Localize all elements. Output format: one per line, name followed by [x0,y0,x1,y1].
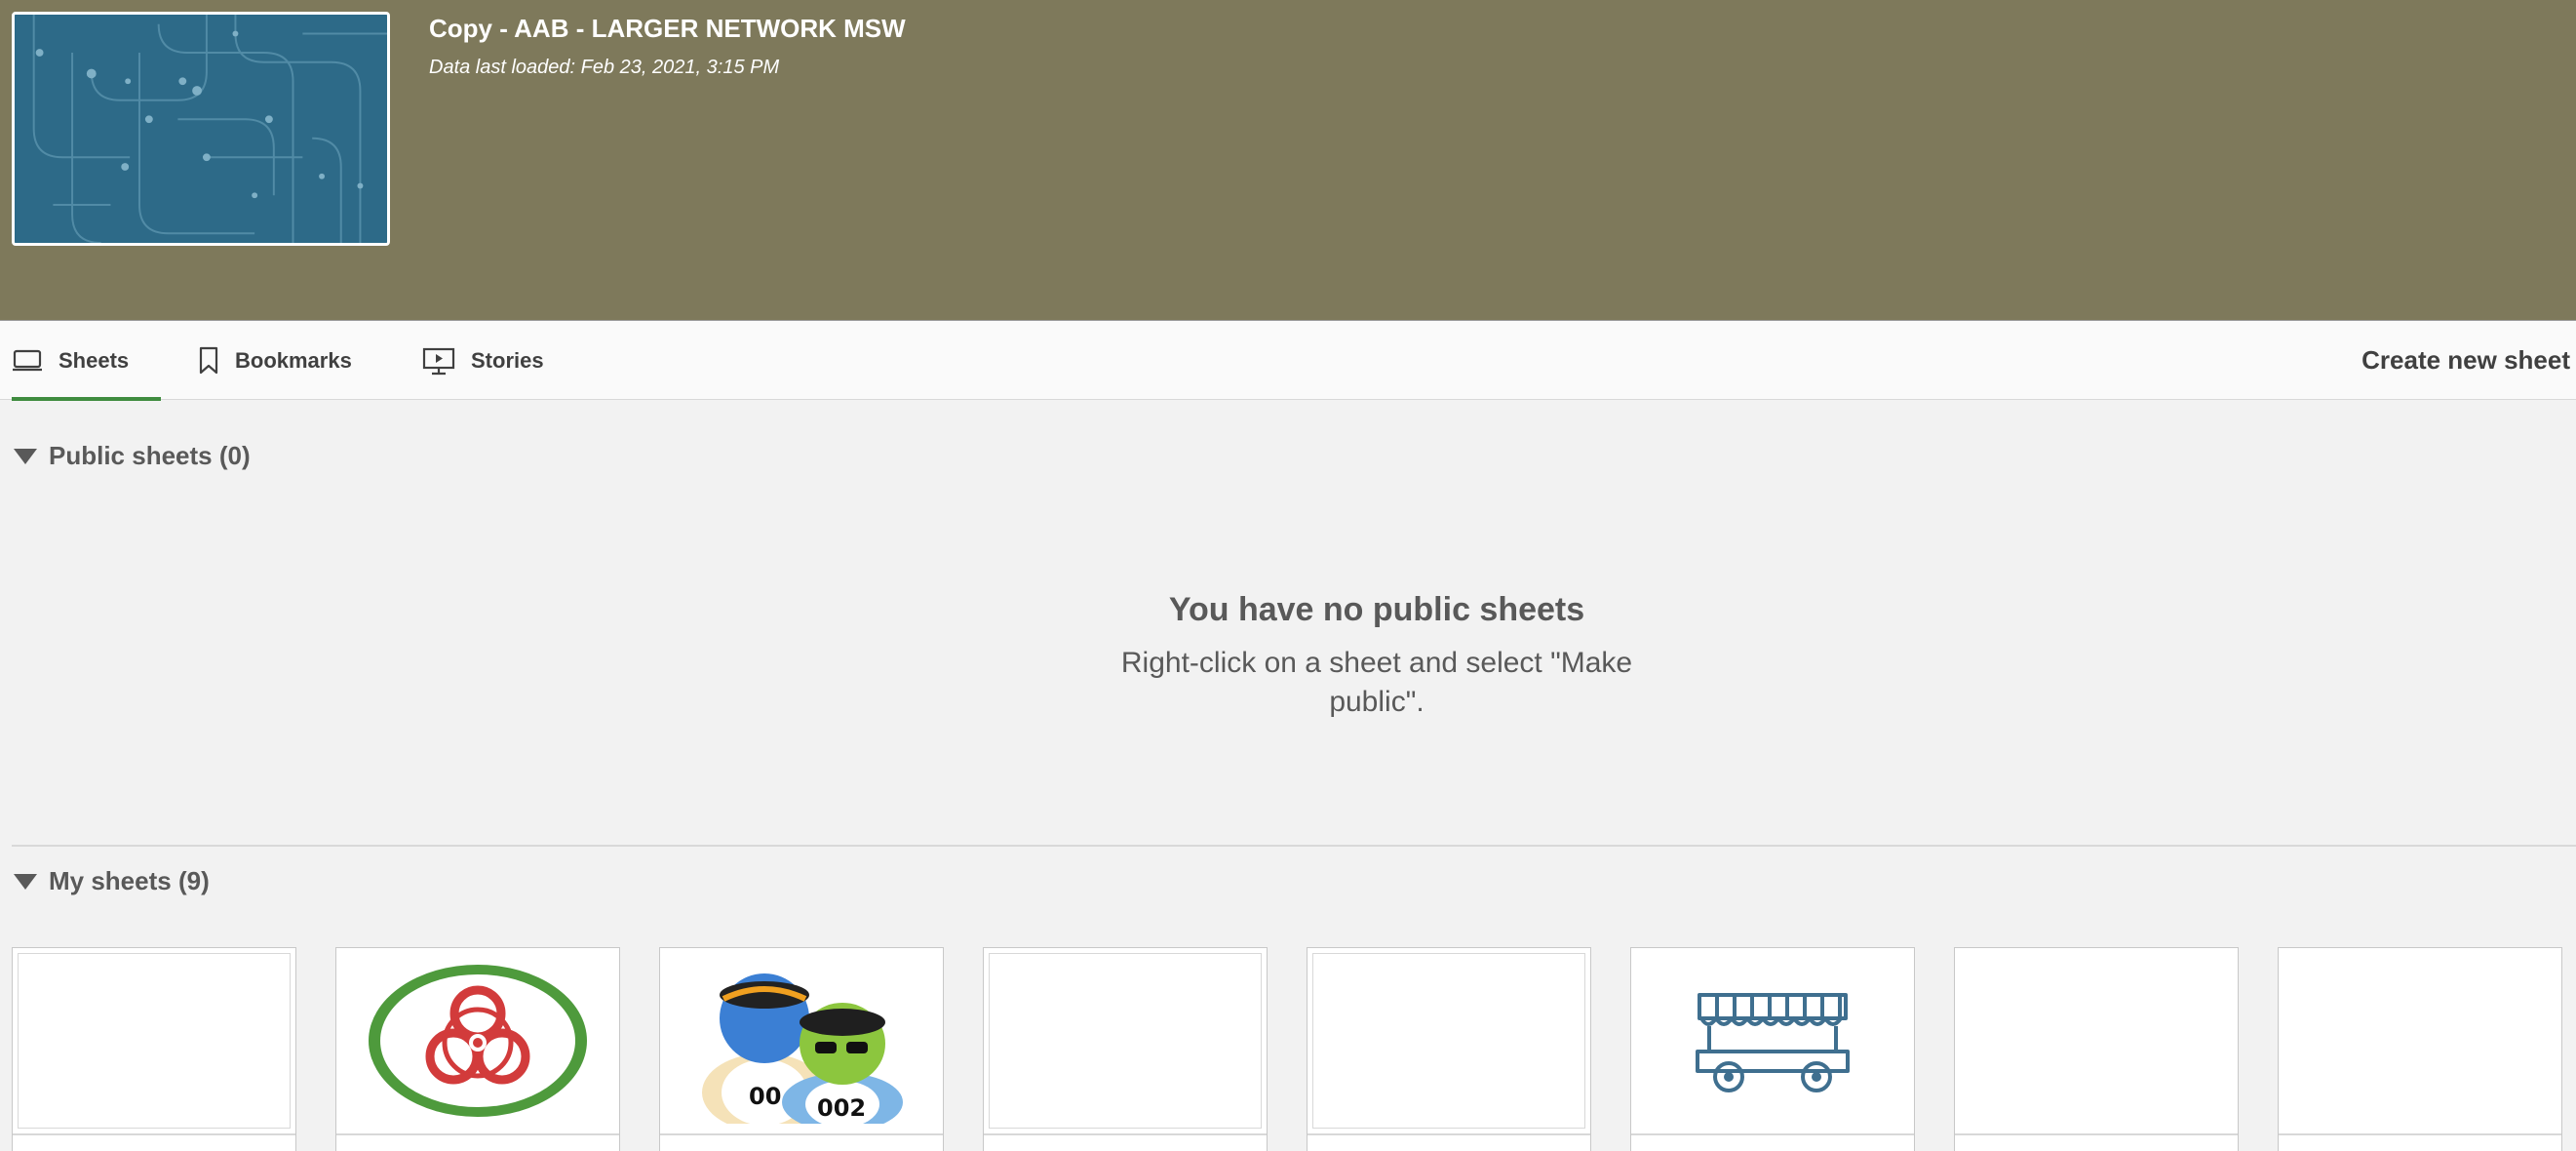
sheet-icon [13,349,42,371]
users-icon-badge-right: 002 [817,1094,866,1122]
my-sheets-toggle[interactable]: My sheets (9) [14,866,210,896]
card-separator [13,1133,295,1135]
card-separator [1955,1133,2238,1135]
sheet-thumbnail-blank [18,953,291,1129]
card-separator [660,1133,943,1135]
tab-label: Stories [471,347,544,373]
sheet-card[interactable] [2278,947,2562,1151]
tab-label: Sheets [59,347,130,373]
card-separator [2279,1133,2561,1135]
section-divider [12,845,2576,847]
bookmark-icon [199,346,218,374]
story-icon [422,347,455,375]
tab-sheets[interactable]: Sheets [12,321,161,401]
sheet-card[interactable] [983,947,1268,1151]
sheet-thumbnail-blank [1312,953,1585,1129]
create-new-sheet-button[interactable]: Create new sheet [2361,321,2570,400]
app-title: Copy - AAB - LARGER NETWORK MSW [429,14,906,43]
sheet-thumbnail: 00 002 [665,953,938,1129]
sheet-card[interactable] [12,947,296,1151]
biohazard-icon [369,965,587,1117]
sheet-card[interactable] [1954,947,2239,1151]
sheet-thumbnail-blank [989,953,1262,1129]
sheet-card[interactable] [335,947,620,1151]
card-separator [1631,1133,1914,1135]
card-separator [336,1133,619,1135]
app-thumbnail [12,12,390,246]
tab-label: Bookmarks [235,347,352,373]
sheet-thumbnail [341,953,614,1129]
users-icon: 00 002 [702,973,903,1124]
sheet-card[interactable]: 00 002 [659,947,944,1151]
collapse-triangle-icon [14,448,37,464]
empty-state-title: You have no public sheets [1168,591,1585,628]
app-header: Copy - AAB - LARGER NETWORK MSW Data las… [0,0,2576,320]
food-cart-icon [1696,993,1850,1092]
my-sheets-heading: My sheets (9) [49,866,210,895]
tab-bar: Sheets Bookmarks Stories Create new shee… [0,320,2576,401]
empty-state-message: Right-click on a sheet and select "Make … [1120,647,1633,718]
sheet-card[interactable] [1307,947,1591,1151]
card-separator [1308,1133,1590,1135]
users-icon-badge-left: 00 [749,1083,781,1110]
public-sheets-heading: Public sheets (0) [49,441,251,470]
card-separator [984,1133,1267,1135]
tab-bookmarks[interactable]: Bookmarks [198,321,352,400]
sheet-thumbnail-blank [1960,953,2233,1129]
public-sheets-toggle[interactable]: Public sheets (0) [14,441,251,471]
sheet-thumbnail-blank [2283,953,2556,1129]
collapse-triangle-icon [14,873,37,890]
sheet-thumbnail [1636,953,1909,1129]
data-last-loaded: Data last loaded: Feb 23, 2021, 3:15 PM [429,57,780,78]
tab-stories[interactable]: Stories [422,321,544,400]
sheet-card[interactable] [1630,947,1915,1151]
circuit-pattern-icon [15,15,387,243]
